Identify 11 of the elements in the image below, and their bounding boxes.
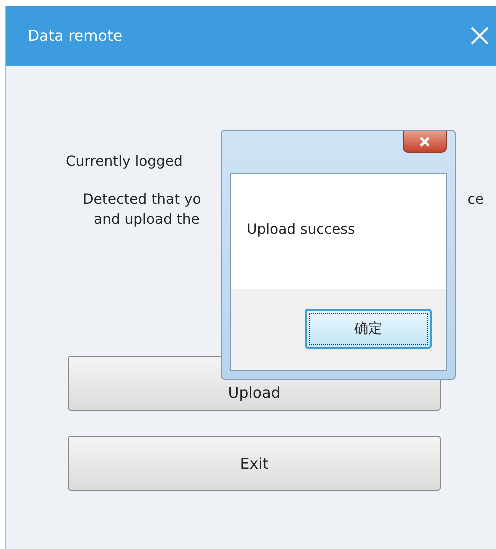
- message-text: Upload success: [247, 222, 356, 238]
- close-icon: [419, 136, 431, 146]
- ok-button[interactable]: 确定: [305, 309, 432, 349]
- detected-text-end: ce: [468, 192, 484, 208]
- detected-text: Detected that yo: [83, 192, 202, 208]
- login-status-text: Currently logged: [66, 154, 183, 170]
- upload-hint-text: and upload the: [94, 212, 200, 228]
- window-title: Data remote: [28, 27, 123, 45]
- exit-button[interactable]: Exit: [68, 436, 441, 491]
- close-button[interactable]: [403, 131, 447, 153]
- close-icon[interactable]: [470, 26, 490, 46]
